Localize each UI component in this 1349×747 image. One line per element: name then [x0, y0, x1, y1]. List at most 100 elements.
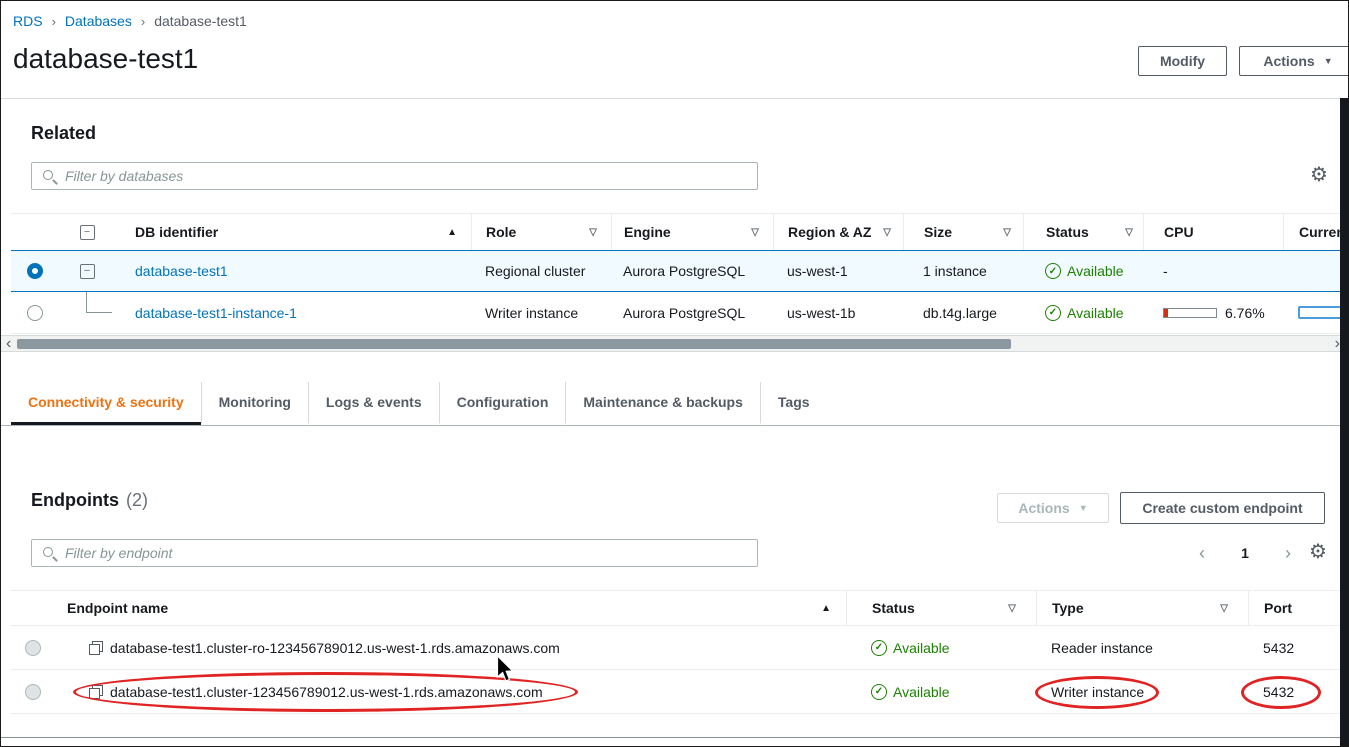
modify-button[interactable]: Modify — [1138, 46, 1227, 76]
tab-configuration[interactable]: Configuration — [439, 382, 566, 425]
engine-cell: Aurora PostgreSQL — [611, 292, 773, 333]
section-divider — [1, 98, 1349, 99]
column-header-status[interactable]: Status ▽ — [1023, 214, 1143, 250]
table-row-cluster: − database-test1 Regional cluster Aurora… — [11, 250, 1342, 292]
available-check-icon: ✓ — [1045, 263, 1061, 279]
region-cell: us-west-1 — [773, 251, 903, 291]
current-activity-cell — [1283, 292, 1342, 333]
row-select-radio[interactable] — [25, 684, 41, 700]
role-cell: Writer instance — [471, 292, 611, 333]
collapse-row-icon[interactable]: − — [80, 264, 95, 279]
row-select-radio[interactable] — [27, 305, 43, 321]
detail-tabs: Connectivity & security Monitoring Logs … — [1, 382, 1349, 426]
window-edge-strip — [1340, 98, 1348, 747]
column-header-status[interactable]: Status ▽ — [846, 591, 1036, 625]
search-icon — [42, 169, 57, 184]
cpu-usage-bar — [1163, 308, 1217, 318]
status-badge: Available — [893, 684, 950, 700]
endpoint-filter — [31, 539, 758, 567]
tab-maintenance-backups[interactable]: Maintenance & backups — [565, 382, 760, 425]
related-heading: Related — [31, 123, 96, 144]
next-page-icon[interactable]: › — [1285, 544, 1291, 562]
tab-tags[interactable]: Tags — [760, 382, 827, 425]
endpoint-row-writer: database-test1.cluster-123456789012.us-w… — [11, 670, 1342, 714]
cpu-cell: 6.76% — [1143, 292, 1283, 333]
column-header-db-identifier[interactable]: DB identifier ▲ — [115, 214, 471, 250]
column-header-region-az[interactable]: Region & AZ ▽ — [773, 214, 903, 250]
breadcrumb-separator-icon: › — [52, 14, 56, 29]
column-header-port[interactable]: Port — [1248, 591, 1342, 625]
filter-triangle-icon: ▽ — [751, 227, 759, 238]
column-header-type[interactable]: Type ▽ — [1036, 591, 1248, 625]
search-icon — [42, 546, 57, 561]
page-title: database-test1 — [13, 43, 198, 75]
filter-triangle-icon: ▽ — [1125, 227, 1133, 238]
checkbox-indeterminate-icon: − — [80, 225, 95, 240]
tab-connectivity-security[interactable]: Connectivity & security — [11, 382, 201, 425]
copy-icon[interactable] — [89, 641, 103, 655]
size-cell: db.t4g.large — [903, 292, 1023, 333]
tree-connector-line — [86, 292, 112, 313]
status-badge: Available — [1067, 263, 1124, 279]
section-divider — [1, 737, 1349, 738]
caret-down-icon: ▼ — [1324, 56, 1333, 66]
status-badge: Available — [893, 640, 950, 656]
sort-ascending-icon: ▲ — [447, 227, 457, 238]
endpoints-table-header: Endpoint name ▲ Status ▽ Type ▽ Port — [11, 590, 1342, 626]
endpoint-port-cell: 5432 — [1248, 626, 1342, 669]
actions-button[interactable]: Actions ▼ — [1239, 46, 1349, 76]
endpoint-row-reader: database-test1.cluster-ro-123456789012.u… — [11, 626, 1342, 670]
horizontal-scrollbar[interactable]: ‹ › — [1, 335, 1349, 352]
scroll-left-icon[interactable]: ‹ — [6, 336, 11, 351]
breadcrumb-separator-icon: › — [141, 14, 145, 29]
tab-logs-events[interactable]: Logs & events — [308, 382, 439, 425]
copy-icon[interactable] — [89, 685, 103, 699]
column-header-engine[interactable]: Engine ▽ — [611, 214, 773, 250]
available-check-icon: ✓ — [1045, 305, 1061, 321]
page-number[interactable]: 1 — [1241, 545, 1249, 561]
db-identifier-link[interactable]: database-test1 — [135, 263, 228, 279]
column-header-role[interactable]: Role ▽ — [471, 214, 611, 250]
related-filter-input[interactable] — [65, 168, 747, 184]
rds-console-page: RDS › Databases › database-test1 databas… — [0, 0, 1349, 747]
caret-down-icon: ▼ — [1079, 503, 1088, 513]
tab-monitoring[interactable]: Monitoring — [201, 382, 308, 425]
current-activity-bar — [1298, 306, 1342, 319]
table-row-instance: database-test1-instance-1 Writer instanc… — [11, 292, 1342, 334]
related-settings-gear-icon[interactable]: ⚙ — [1310, 165, 1328, 185]
endpoint-name: database-test1.cluster-123456789012.us-w… — [110, 684, 543, 700]
endpoints-table: Endpoint name ▲ Status ▽ Type ▽ Port dat — [11, 590, 1342, 714]
expand-all-checkbox[interactable]: − — [59, 214, 115, 250]
column-header-endpoint-name[interactable]: Endpoint name ▲ — [55, 591, 846, 625]
sort-ascending-icon: ▲ — [821, 603, 831, 614]
region-cell: us-west-1b — [773, 292, 903, 333]
scrollbar-thumb[interactable] — [17, 339, 1011, 349]
breadcrumb-rds[interactable]: RDS — [13, 13, 43, 29]
available-check-icon: ✓ — [871, 640, 887, 656]
size-cell: 1 instance — [903, 251, 1023, 291]
endpoint-filter-input[interactable] — [65, 545, 747, 561]
endpoints-actions-button[interactable]: Actions ▼ — [997, 493, 1109, 523]
available-check-icon: ✓ — [871, 684, 887, 700]
endpoint-port-cell: 5432 — [1248, 670, 1342, 713]
cpu-usage-value: 6.76% — [1225, 305, 1265, 321]
endpoints-settings-gear-icon[interactable]: ⚙ — [1309, 542, 1327, 562]
row-select-radio[interactable] — [25, 640, 41, 656]
create-custom-endpoint-button[interactable]: Create custom endpoint — [1120, 492, 1325, 524]
column-header-size[interactable]: Size ▽ — [903, 214, 1023, 250]
endpoint-name: database-test1.cluster-ro-123456789012.u… — [110, 640, 560, 656]
filter-triangle-icon: ▽ — [589, 227, 597, 238]
related-filter — [31, 162, 758, 190]
pagination: ‹ 1 › — [1199, 541, 1291, 565]
row-select-radio[interactable] — [27, 263, 43, 279]
breadcrumb-current: database-test1 — [154, 13, 247, 29]
endpoint-type-cell: Reader instance — [1036, 626, 1248, 669]
related-table-header: − DB identifier ▲ Role ▽ Engine ▽ Region… — [11, 213, 1342, 251]
filter-triangle-icon: ▽ — [1220, 603, 1228, 614]
status-badge: Available — [1067, 305, 1124, 321]
column-header-current[interactable]: Current — [1283, 214, 1342, 250]
db-identifier-link[interactable]: database-test1-instance-1 — [135, 305, 297, 321]
column-header-cpu[interactable]: CPU — [1143, 214, 1283, 250]
breadcrumb-databases[interactable]: Databases — [65, 13, 132, 29]
previous-page-icon[interactable]: ‹ — [1199, 544, 1205, 562]
